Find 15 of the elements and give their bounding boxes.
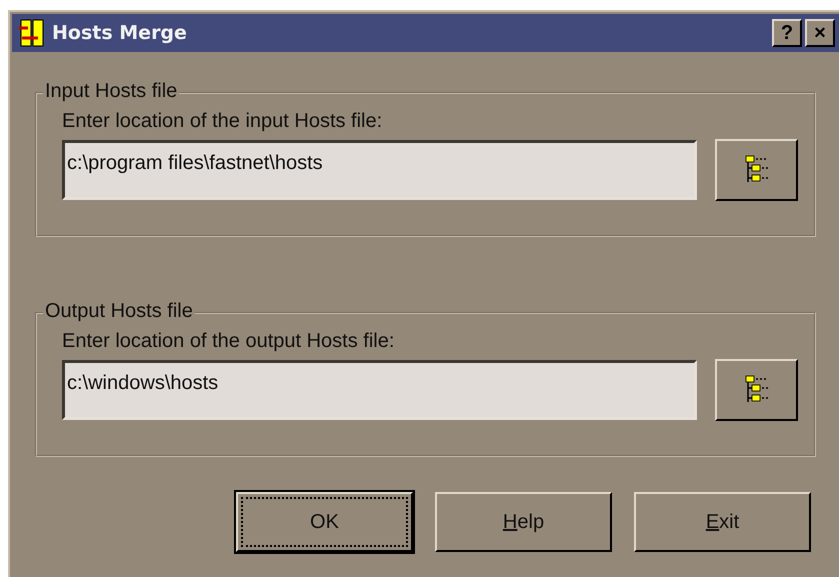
close-button[interactable]: × bbox=[805, 19, 835, 47]
path-field[interactable]: c:\program files\fastnet\hosts bbox=[62, 140, 697, 200]
browse-button[interactable] bbox=[715, 139, 798, 201]
path-field[interactable]: c:\windows\hosts bbox=[62, 360, 697, 420]
help-button[interactable]: ? bbox=[772, 19, 802, 47]
group-title: Output Hosts file bbox=[43, 300, 195, 323]
app-icon bbox=[18, 18, 46, 48]
field-label: Enter location of the input Hosts file: bbox=[62, 110, 384, 133]
browse-button[interactable] bbox=[715, 359, 798, 421]
dialog-button[interactable]: OK bbox=[236, 492, 413, 552]
dialog-button[interactable]: Help bbox=[435, 492, 612, 552]
dialog-button[interactable]: Exit bbox=[634, 492, 811, 552]
window-title: Hosts Merge bbox=[52, 22, 188, 44]
group-title: Input Hosts file bbox=[43, 80, 180, 103]
field-label: Enter location of the output Hosts file: bbox=[62, 330, 396, 353]
